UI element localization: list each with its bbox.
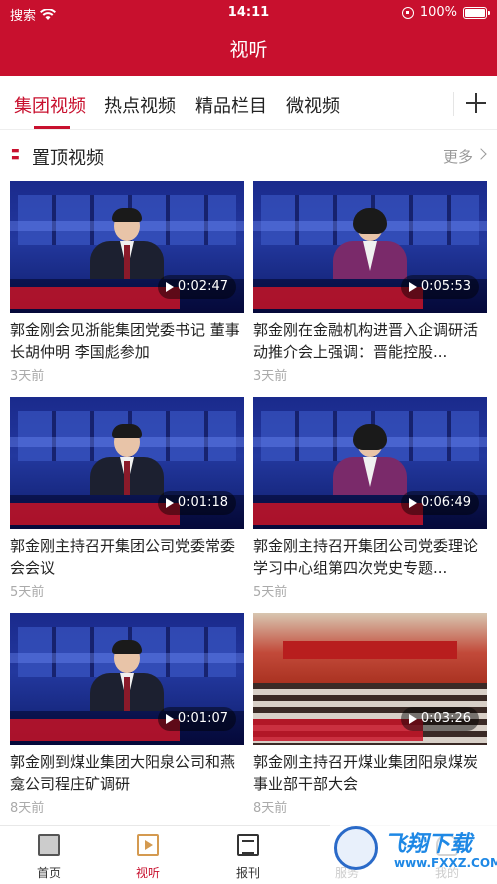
- status-bar: 搜索 14:11 100%: [0, 0, 497, 26]
- watermark-logo: [334, 826, 378, 870]
- video-duration: 0:03:26: [400, 707, 479, 731]
- duration-text: 0:06:49: [420, 495, 471, 510]
- video-thumbnail[interactable]: 0:01:07: [10, 613, 244, 745]
- video-timestamp: 8天前: [10, 801, 45, 816]
- video-icon: [137, 834, 159, 856]
- video-title[interactable]: 郭金刚主持召开集团公司党委常委会会议: [10, 535, 244, 579]
- duration-text: 0:03:26: [420, 711, 471, 726]
- video-card[interactable]: 0:01:18 郭金刚主持召开集团公司党委常委会会议 5天前: [10, 397, 244, 602]
- orientation-lock-icon: [401, 6, 414, 19]
- pin-icon: ▬ ▬: [11, 146, 20, 163]
- tab-featured-columns[interactable]: 精品栏目: [195, 92, 267, 118]
- newspaper-icon: [237, 834, 259, 856]
- video-title[interactable]: 郭金刚主持召开集团公司党委理论学习中心组第四次党史专题...: [253, 535, 487, 579]
- duration-text: 0:05:53: [420, 279, 471, 294]
- video-thumbnail[interactable]: 0:02:47: [10, 181, 244, 313]
- video-duration: 0:06:49: [400, 491, 479, 515]
- video-duration: 0:01:07: [157, 707, 236, 731]
- video-thumbnail[interactable]: 0:06:49: [253, 397, 487, 529]
- nav-video[interactable]: 视听: [113, 826, 183, 884]
- chevron-right-icon[interactable]: [475, 148, 487, 160]
- tab-micro-videos[interactable]: 微视频: [286, 92, 340, 118]
- video-timestamp: 5天前: [253, 585, 288, 600]
- video-card[interactable]: 0:03:26 郭金刚主持召开煤业集团阳泉煤炭事业部干部大会 8天前: [253, 613, 487, 818]
- caption-bar: [253, 719, 423, 741]
- video-timestamp: 5天前: [10, 585, 45, 600]
- page-header: 视听: [0, 26, 497, 76]
- battery-icon: [463, 6, 490, 19]
- watermark-text: 飞翔下载: [384, 832, 473, 857]
- tab-divider: [453, 92, 454, 116]
- tab-group-videos[interactable]: 集团视频: [14, 92, 86, 118]
- video-card[interactable]: 0:06:49 郭金刚主持召开集团公司党委理论学习中心组第四次党史专题... 5天前: [253, 397, 487, 602]
- video-duration: 0:05:53: [400, 275, 479, 299]
- video-title[interactable]: 郭金刚到煤业集团大阳泉公司和燕龛公司程庄矿调研: [10, 751, 244, 795]
- more-link[interactable]: 更多: [443, 146, 473, 167]
- battery-percent: 100%: [419, 5, 457, 20]
- video-thumbnail[interactable]: 0:03:26: [253, 613, 487, 745]
- video-thumbnail[interactable]: 0:01:18: [10, 397, 244, 529]
- active-tab-indicator: [34, 126, 70, 129]
- video-card[interactable]: 0:02:47 郭金刚会见浙能集团党委书记 董事长胡仲明 李国彪参加 3天前: [10, 181, 244, 386]
- play-icon: [408, 498, 417, 508]
- meeting-banner: [283, 641, 457, 659]
- home-icon: [38, 834, 60, 856]
- nav-label: 首页: [36, 866, 61, 880]
- duration-text: 0:01:07: [177, 711, 228, 726]
- caption-bar: [253, 503, 423, 525]
- video-card[interactable]: 0:05:53 郭金刚在金融机构进晋入企调研活动推介会上强调：晋能控股... 3天前: [253, 181, 487, 386]
- category-tabs: 集团视频 热点视频 精品栏目 微视频: [0, 76, 497, 130]
- tab-hot-videos[interactable]: 热点视频: [104, 92, 176, 118]
- video-title[interactable]: 郭金刚会见浙能集团党委书记 董事长胡仲明 李国彪参加: [10, 319, 244, 363]
- video-card[interactable]: 0:01:07 郭金刚到煤业集团大阳泉公司和燕龛公司程庄矿调研 8天前: [10, 613, 244, 818]
- nav-home[interactable]: 首页: [14, 826, 84, 884]
- video-duration: 0:01:18: [157, 491, 236, 515]
- nav-label: 视听: [135, 866, 160, 880]
- caption-bar: [10, 719, 180, 741]
- page-title: 视听: [229, 39, 268, 61]
- duration-text: 0:02:47: [177, 279, 228, 294]
- video-timestamp: 3天前: [253, 369, 288, 384]
- add-channel-icon[interactable]: [465, 92, 487, 114]
- caption-bar: [253, 287, 423, 309]
- duration-text: 0:01:18: [177, 495, 228, 510]
- section-title: 置顶视频: [32, 148, 104, 169]
- play-icon: [165, 498, 174, 508]
- caption-bar: [10, 287, 180, 309]
- caption-bar: [10, 503, 180, 525]
- video-timestamp: 8天前: [253, 801, 288, 816]
- status-right: 100%: [401, 5, 490, 20]
- nav-label: 报刊: [235, 866, 260, 880]
- video-title[interactable]: 郭金刚在金融机构进晋入企调研活动推介会上强调：晋能控股...: [253, 319, 487, 363]
- video-timestamp: 3天前: [10, 369, 45, 384]
- play-icon: [165, 282, 174, 292]
- play-icon: [165, 714, 174, 724]
- play-icon: [408, 714, 417, 724]
- watermark: 飞翔下载 www.FXXZ.COM: [330, 822, 497, 880]
- video-title[interactable]: 郭金刚主持召开煤业集团阳泉煤炭事业部干部大会: [253, 751, 487, 795]
- watermark-url: www.FXXZ.COM: [394, 856, 497, 870]
- video-thumbnail[interactable]: 0:05:53: [253, 181, 487, 313]
- nav-newspaper[interactable]: 报刊: [213, 826, 283, 884]
- play-icon: [408, 282, 417, 292]
- pinned-section-header: ▬ ▬ 置顶视频 更多: [0, 140, 497, 172]
- video-duration: 0:02:47: [157, 275, 236, 299]
